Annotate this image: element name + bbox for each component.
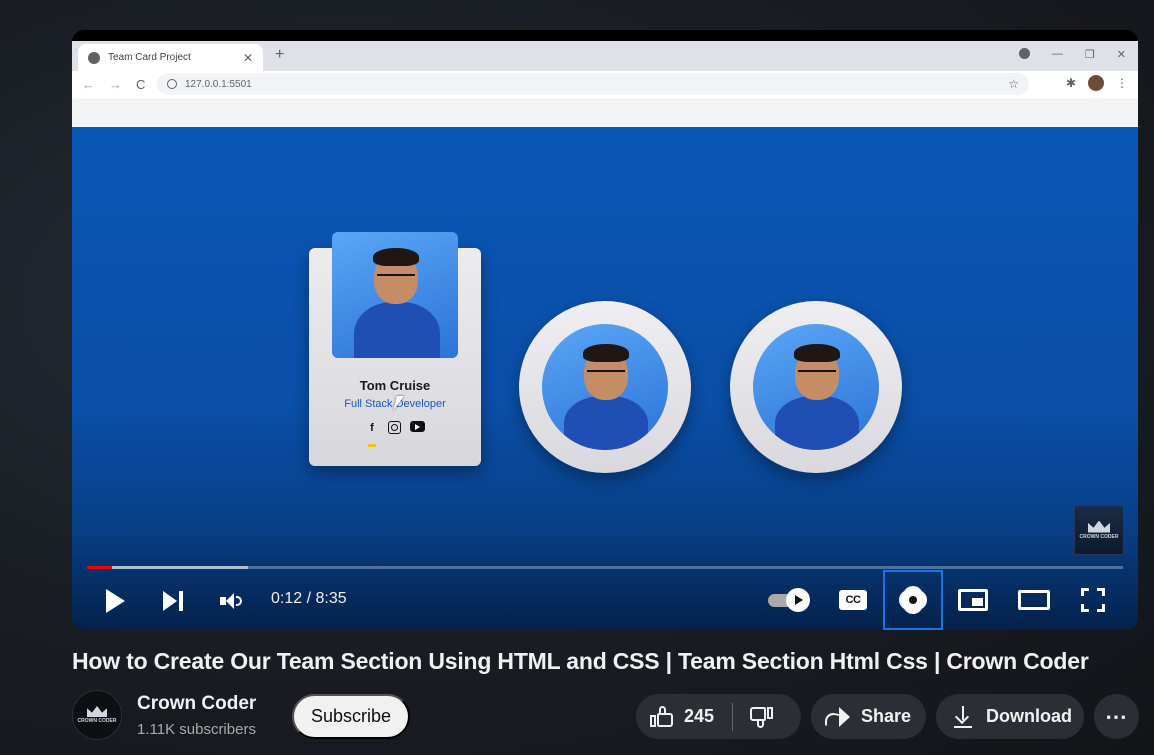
circle-photo [753, 324, 879, 450]
autoplay-toggle[interactable] [768, 588, 810, 612]
circle-photo [542, 324, 668, 450]
team-circle-card [730, 301, 902, 473]
browser-tab-title: Team Card Project [108, 52, 191, 63]
minimize-icon: — [1051, 48, 1063, 60]
time-display: 0:12 / 8:35 [271, 590, 347, 607]
crown-icon [87, 706, 107, 717]
address-bar: 127.0.0.1:5501 ☆ [157, 73, 1029, 95]
next-button[interactable] [160, 588, 186, 614]
play-icon [105, 589, 125, 613]
subscriber-count: 1.11K subscribers [137, 721, 256, 738]
gear-icon [902, 589, 924, 611]
share-label: Share [861, 706, 912, 726]
facebook-icon: f [370, 421, 374, 434]
progress-played [87, 566, 112, 569]
download-icon [954, 705, 972, 728]
channel-watermark[interactable]: CROWN CODER [1074, 505, 1124, 555]
watermark-text: CROWN CODER [1079, 533, 1119, 540]
download-label: Download [986, 706, 1072, 726]
theater-icon [1018, 590, 1050, 610]
video-player[interactable]: Team Card Project ✕ + — ❐ ✕ ← → C 127.0.… [72, 30, 1138, 630]
channel-name[interactable]: Crown Coder [137, 693, 256, 715]
settings-button[interactable] [883, 570, 943, 630]
person-hair [794, 344, 840, 362]
next-icon [163, 591, 183, 611]
team-card: Tom Cruise Full Stack Developer f [309, 232, 481, 466]
card-accent-line [368, 444, 376, 447]
browser-tabstrip: Team Card Project ✕ + — ❐ ✕ [72, 41, 1138, 71]
autoplay-play-icon [786, 588, 810, 612]
restore-icon: ❐ [1084, 49, 1095, 61]
browser-menu-icon: ⋮ [1116, 76, 1128, 90]
miniplayer-button[interactable] [958, 589, 988, 611]
profile-avatar [1088, 75, 1104, 91]
subtitles-button[interactable]: CC [839, 589, 867, 611]
card-name: Tom Cruise [359, 378, 431, 393]
share-icon [825, 706, 851, 727]
toolbar-icons: ✱ ⋮ [1066, 75, 1128, 91]
team-circle-card [519, 301, 691, 473]
thumbs-down-icon [749, 706, 774, 728]
person-glasses [377, 274, 415, 276]
embedded-browser-window: Team Card Project ✕ + — ❐ ✕ ← → C 127.0.… [72, 41, 1138, 128]
info-icon [167, 79, 177, 89]
progress-bar[interactable] [87, 566, 1123, 569]
mute-button[interactable] [218, 588, 244, 614]
play-button[interactable] [102, 588, 128, 614]
video-frame[interactable]: Tom Cruise Full Stack Developer f CROWN … [72, 127, 1138, 630]
player-controls: 0:12 / 8:35 CC [72, 570, 1138, 630]
card-social-links: f [309, 421, 481, 434]
globe-icon [88, 51, 100, 64]
more-icon: ⋯ [1105, 703, 1128, 729]
forward-icon: → [109, 77, 122, 92]
reload-icon: C [136, 77, 146, 92]
theater-mode-button[interactable] [1018, 590, 1050, 610]
crown-icon [1088, 520, 1110, 533]
person-body [564, 396, 648, 450]
like-count: 245 [684, 706, 715, 726]
new-tab-icon: + [275, 46, 285, 63]
more-actions-button[interactable]: ⋯ [1094, 694, 1139, 739]
avatar-text: CROWN CODER [77, 718, 117, 724]
person-glasses [587, 370, 625, 372]
youtube-icon [409, 421, 425, 432]
miniplayer-icon [958, 589, 988, 611]
like-dislike-group: 245 [636, 694, 801, 739]
card-photo [332, 232, 458, 358]
channel-avatar[interactable]: CROWN CODER [72, 690, 122, 740]
address-url: 127.0.0.1:5501 [185, 78, 252, 90]
download-button[interactable]: Download [936, 694, 1084, 739]
share-button[interactable]: Share [811, 694, 926, 739]
browser-toolbar: ← → C 127.0.0.1:5501 ☆ ✱ ⋮ [72, 71, 1138, 98]
instagram-icon [387, 421, 401, 434]
window-close-icon: ✕ [1116, 49, 1126, 61]
bookmark-star-icon: ☆ [1008, 77, 1019, 91]
fullscreen-icon [1081, 588, 1105, 612]
dislike-button[interactable] [733, 694, 774, 739]
volume-icon [220, 593, 242, 609]
person-body [354, 302, 440, 358]
cc-icon: CC [839, 590, 867, 610]
subscribe-button[interactable]: Subscribe [292, 694, 410, 739]
person-hair [373, 248, 419, 266]
window-controls: — ❐ ✕ [1018, 48, 1126, 61]
record-icon [1018, 48, 1030, 59]
tab-close-icon: ✕ [242, 50, 253, 65]
person-glasses [798, 370, 836, 372]
person-hair [583, 344, 629, 362]
person-body [775, 396, 859, 450]
thumbs-up-icon [650, 705, 674, 728]
fullscreen-button[interactable] [1081, 588, 1105, 612]
extension-puzzle-icon: ✱ [1065, 76, 1076, 90]
like-button[interactable]: 245 [636, 694, 714, 739]
video-title: How to Create Our Team Section Using HTM… [72, 648, 1089, 674]
browser-tab: Team Card Project ✕ [78, 44, 263, 71]
back-icon: ← [82, 77, 95, 92]
